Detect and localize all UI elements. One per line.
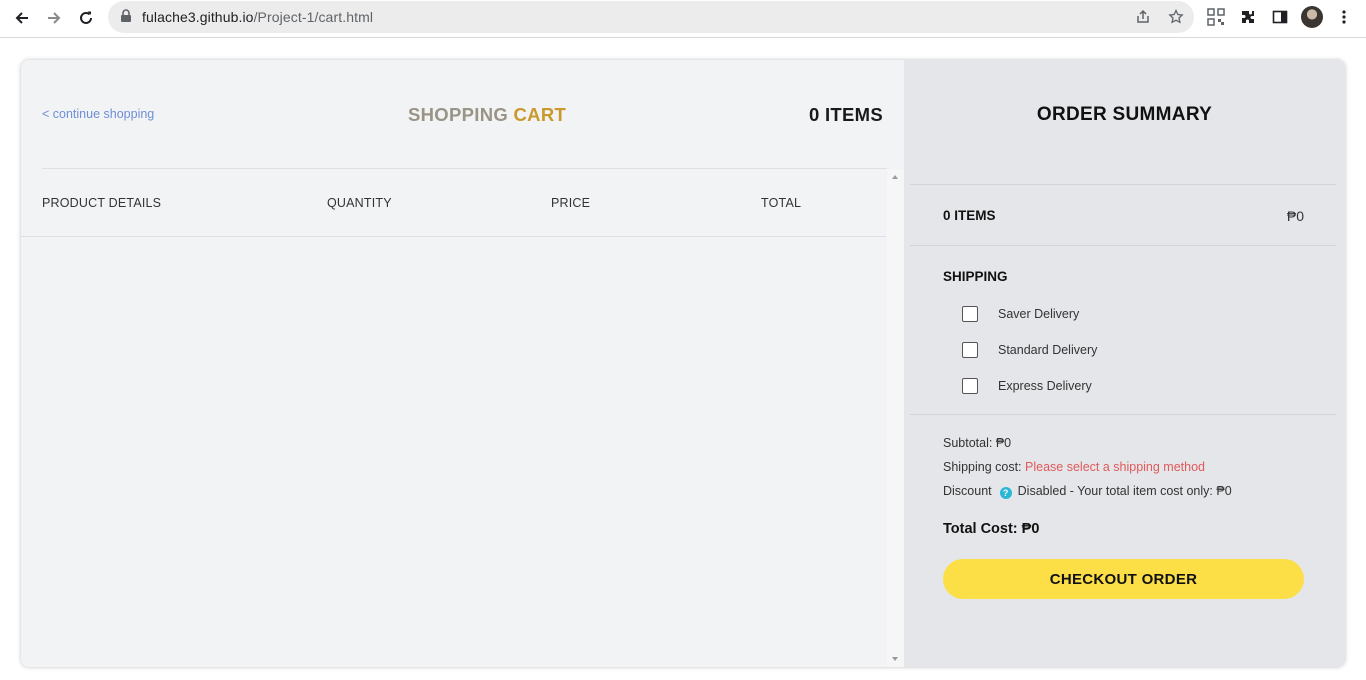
column-total: TOTAL: [761, 196, 802, 210]
shipping-option-saver[interactable]: Saver Delivery: [962, 305, 1079, 323]
subtotal-line: Subtotal: ₱0: [943, 436, 1012, 450]
divider: [910, 414, 1336, 415]
express-delivery-checkbox[interactable]: [962, 378, 978, 394]
shipping-option-standard[interactable]: Standard Delivery: [962, 341, 1097, 359]
scroll-down-arrow-icon[interactable]: [892, 657, 898, 661]
divider: [910, 184, 1336, 185]
continue-shopping-link[interactable]: < continue shopping: [42, 107, 154, 121]
reload-icon[interactable]: [74, 6, 98, 30]
checkout-order-button[interactable]: CHECKOUT ORDER: [943, 559, 1304, 599]
avatar[interactable]: [1301, 6, 1323, 28]
column-quantity: QUANTITY: [327, 196, 392, 210]
column-product-details: PRODUCT DETAILS: [42, 196, 162, 210]
cart-table-area: PRODUCT DETAILS QUANTITY PRICE TOTAL: [21, 169, 904, 667]
title-word-1: SHOPPING: [408, 104, 509, 125]
order-summary-title: ORDER SUMMARY: [1036, 104, 1213, 125]
table-header: PRODUCT DETAILS QUANTITY PRICE TOTAL: [21, 169, 886, 237]
cart-items-count: 0 ITEMS: [808, 104, 883, 125]
help-icon[interactable]: ?: [999, 487, 1012, 499]
standard-delivery-checkbox[interactable]: [962, 342, 978, 358]
shipping-cost-warning: Please select a shipping method: [1025, 460, 1205, 474]
shipping-cost-line: Shipping cost: Please select a shipping …: [943, 460, 1205, 474]
shipping-option-express[interactable]: Express Delivery: [962, 377, 1092, 395]
back-icon[interactable]: [10, 6, 34, 30]
shipping-cost-label: Shipping cost:: [943, 460, 1022, 474]
side-panel-icon[interactable]: [1269, 6, 1291, 28]
saver-delivery-checkbox[interactable]: [962, 306, 978, 322]
shopping-cart-panel: < continue shopping SHOPPING CART 0 ITEM…: [21, 60, 904, 667]
page-title: SHOPPING CART: [408, 104, 566, 126]
share-icon[interactable]: [1133, 7, 1153, 27]
total-cost: Total Cost: ₱0: [943, 521, 1040, 537]
address-bar[interactable]: fulache3.github.io/Project-1/cart.html: [108, 1, 1194, 33]
cart-card: < continue shopping SHOPPING CART 0 ITEM…: [21, 60, 1345, 667]
qr-icon[interactable]: [1205, 6, 1227, 28]
forward-icon[interactable]: [42, 6, 66, 30]
url-text: fulache3.github.io/Project-1/cart.html: [142, 9, 374, 25]
title-word-2: CART: [513, 104, 567, 125]
page: < continue shopping SHOPPING CART 0 ITEM…: [0, 39, 1366, 680]
shipping-option-label: Standard Delivery: [998, 343, 1098, 357]
summary-items-label: 0 ITEMS: [943, 208, 996, 223]
lock-icon: [120, 9, 132, 28]
column-price: PRICE: [551, 196, 591, 210]
more-icon[interactable]: [1333, 6, 1355, 28]
cart-scrollbar[interactable]: [887, 169, 904, 667]
browser-toolbar: fulache3.github.io/Project-1/cart.html: [0, 0, 1366, 38]
discount-value: Disabled - Your total item cost only: ₱0: [1017, 484, 1232, 498]
scroll-up-arrow-icon[interactable]: [892, 175, 898, 179]
discount-label: Discount: [943, 484, 992, 498]
summary-items-amount: ₱0: [1286, 208, 1304, 224]
order-summary-panel: ORDER SUMMARY 0 ITEMS ₱0 SHIPPING Saver …: [904, 60, 1345, 667]
shipping-label: SHIPPING: [943, 269, 1008, 284]
shipping-option-label: Express Delivery: [998, 379, 1092, 393]
discount-line: Discount? Disabled - Your total item cost…: [943, 484, 1232, 499]
star-icon[interactable]: [1166, 7, 1186, 27]
divider: [910, 245, 1336, 246]
shipping-option-label: Saver Delivery: [998, 307, 1080, 321]
extensions-icon[interactable]: [1237, 6, 1259, 28]
